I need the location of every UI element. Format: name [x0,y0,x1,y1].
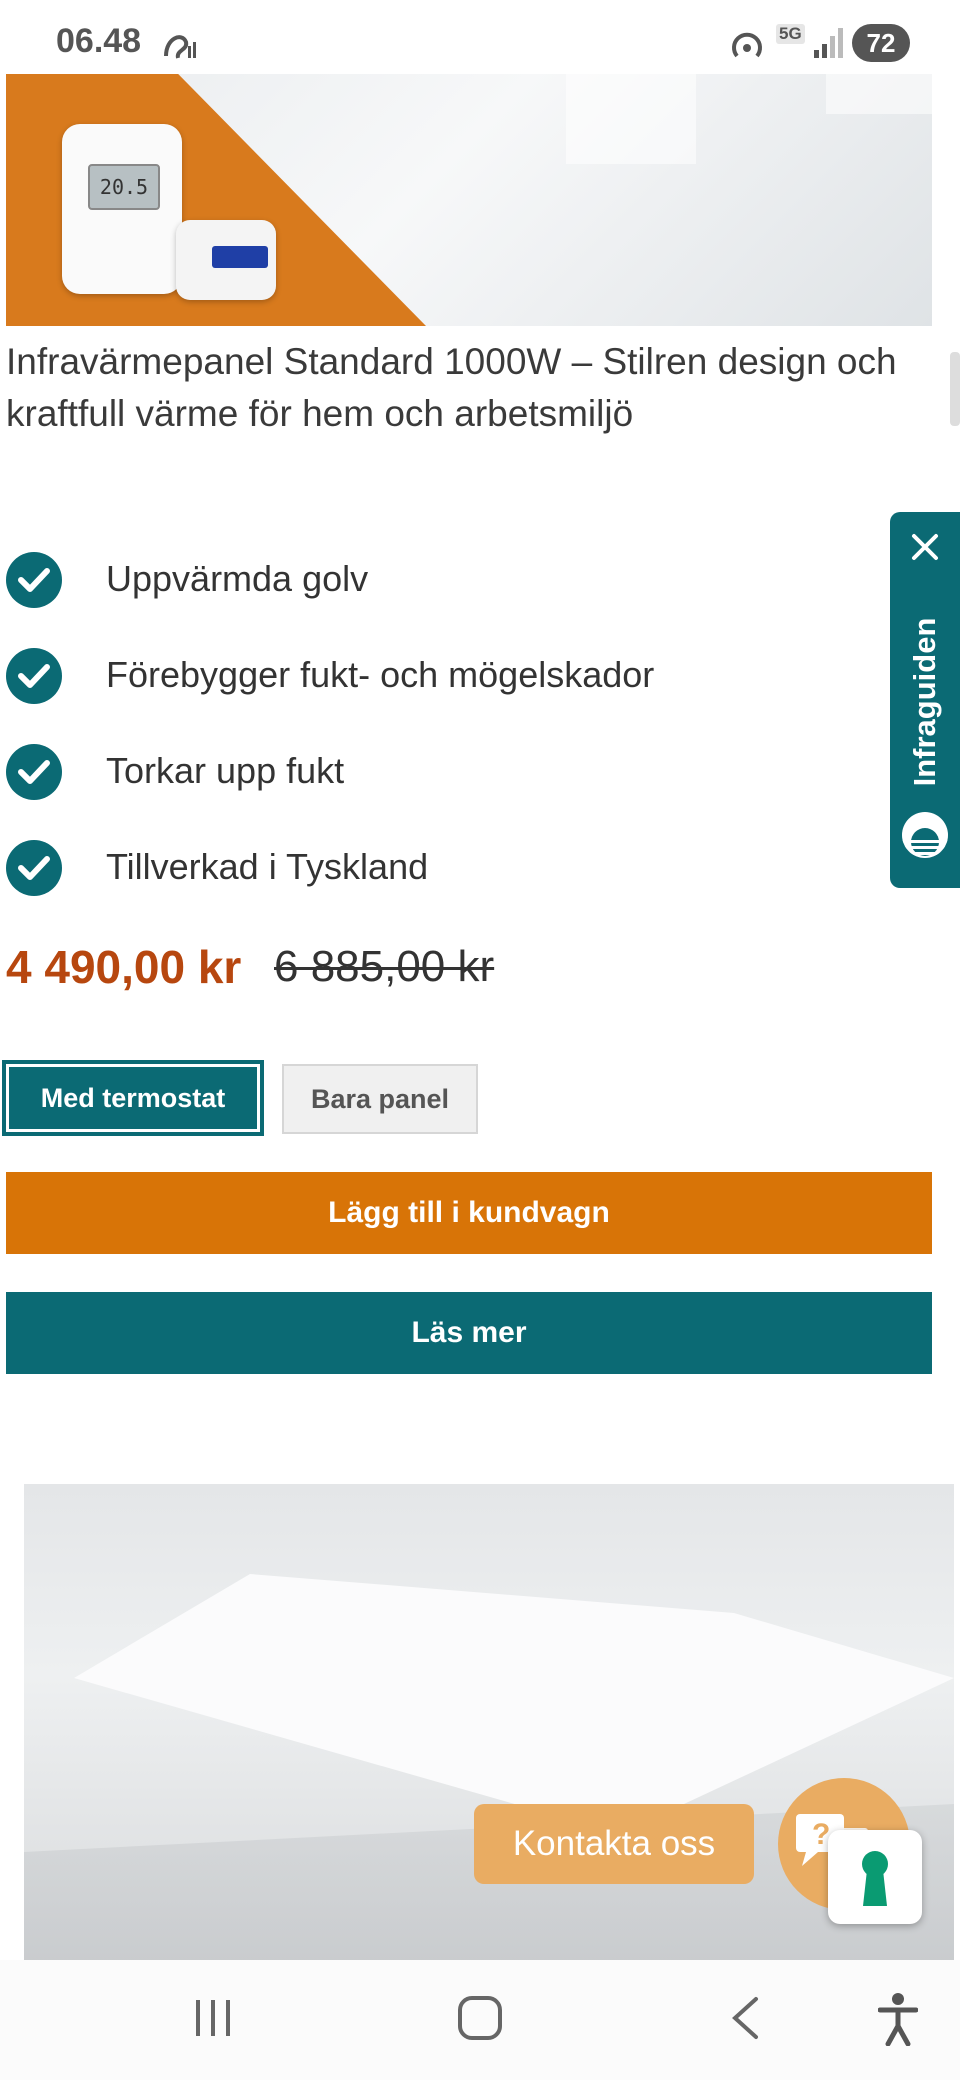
feature-text: Förebygger fukt- och mögelskador [106,654,655,695]
system-nav-bar [0,1960,960,2080]
feature-text: Torkar upp fukt [106,750,345,791]
check-icon [6,744,62,800]
add-to-cart-button[interactable]: Lägg till i kundvagn [6,1172,932,1254]
receiver-band [212,246,268,268]
hotspot-icon [732,32,762,58]
product-title: Infravärmepanel Standard 1000W – Stilren… [6,341,897,434]
recents-icon[interactable] [192,1998,234,2038]
check-icon [6,840,62,896]
read-more-button[interactable]: Läs mer [6,1292,932,1374]
nfc-icon [164,35,196,59]
original-price: 6 885,00 kr [274,942,495,991]
thermostat-device: 20.5 [62,124,182,294]
network-badge: 5G [776,24,805,44]
check-icon [6,648,62,704]
infraguiden-label: Infraguiden [894,602,956,802]
contact-us-button[interactable]: Kontakta oss [474,1804,754,1884]
thermostat-display: 20.5 [88,164,160,210]
variant-with-thermostat-button[interactable]: Med termostat [2,1060,264,1136]
infraguiden-tab[interactable]: Infraguiden [890,512,960,888]
feature-text: Uppvärmda golv [106,558,369,599]
hero-image: 20.5 [6,74,932,326]
window-reflection [826,74,932,114]
variant-panel-only-button[interactable]: Bara panel [282,1064,478,1134]
feature-text: Tillverkad i Tyskland [106,846,429,887]
feature-item: Uppvärmda golv [6,552,906,612]
accessibility-widget[interactable] [828,1830,922,1924]
status-bar: 06.48 5G 72 [0,0,960,74]
infraguiden-logo-icon [902,812,948,858]
feature-item: Tillverkad i Tyskland [6,840,906,900]
feature-item: Torkar upp fukt [6,744,906,804]
status-time: 06.48 [56,22,142,60]
receiver-device [176,220,276,300]
signal-icon [814,28,843,58]
scrollbar[interactable] [950,352,960,426]
window-reflection [566,74,696,164]
back-icon[interactable] [730,1996,760,2040]
battery-indicator: 72 [852,24,910,62]
infraguiden-text: Infraguiden [907,617,942,787]
check-icon [6,552,62,608]
current-price: 4 490,00 kr [6,941,242,993]
home-icon[interactable] [458,1996,502,2040]
feature-item: Förebygger fukt- och mögelskador [6,648,906,708]
close-icon[interactable] [908,530,942,564]
accessibility-icon[interactable] [878,1992,918,2046]
keyhole-icon [862,1851,888,1906]
